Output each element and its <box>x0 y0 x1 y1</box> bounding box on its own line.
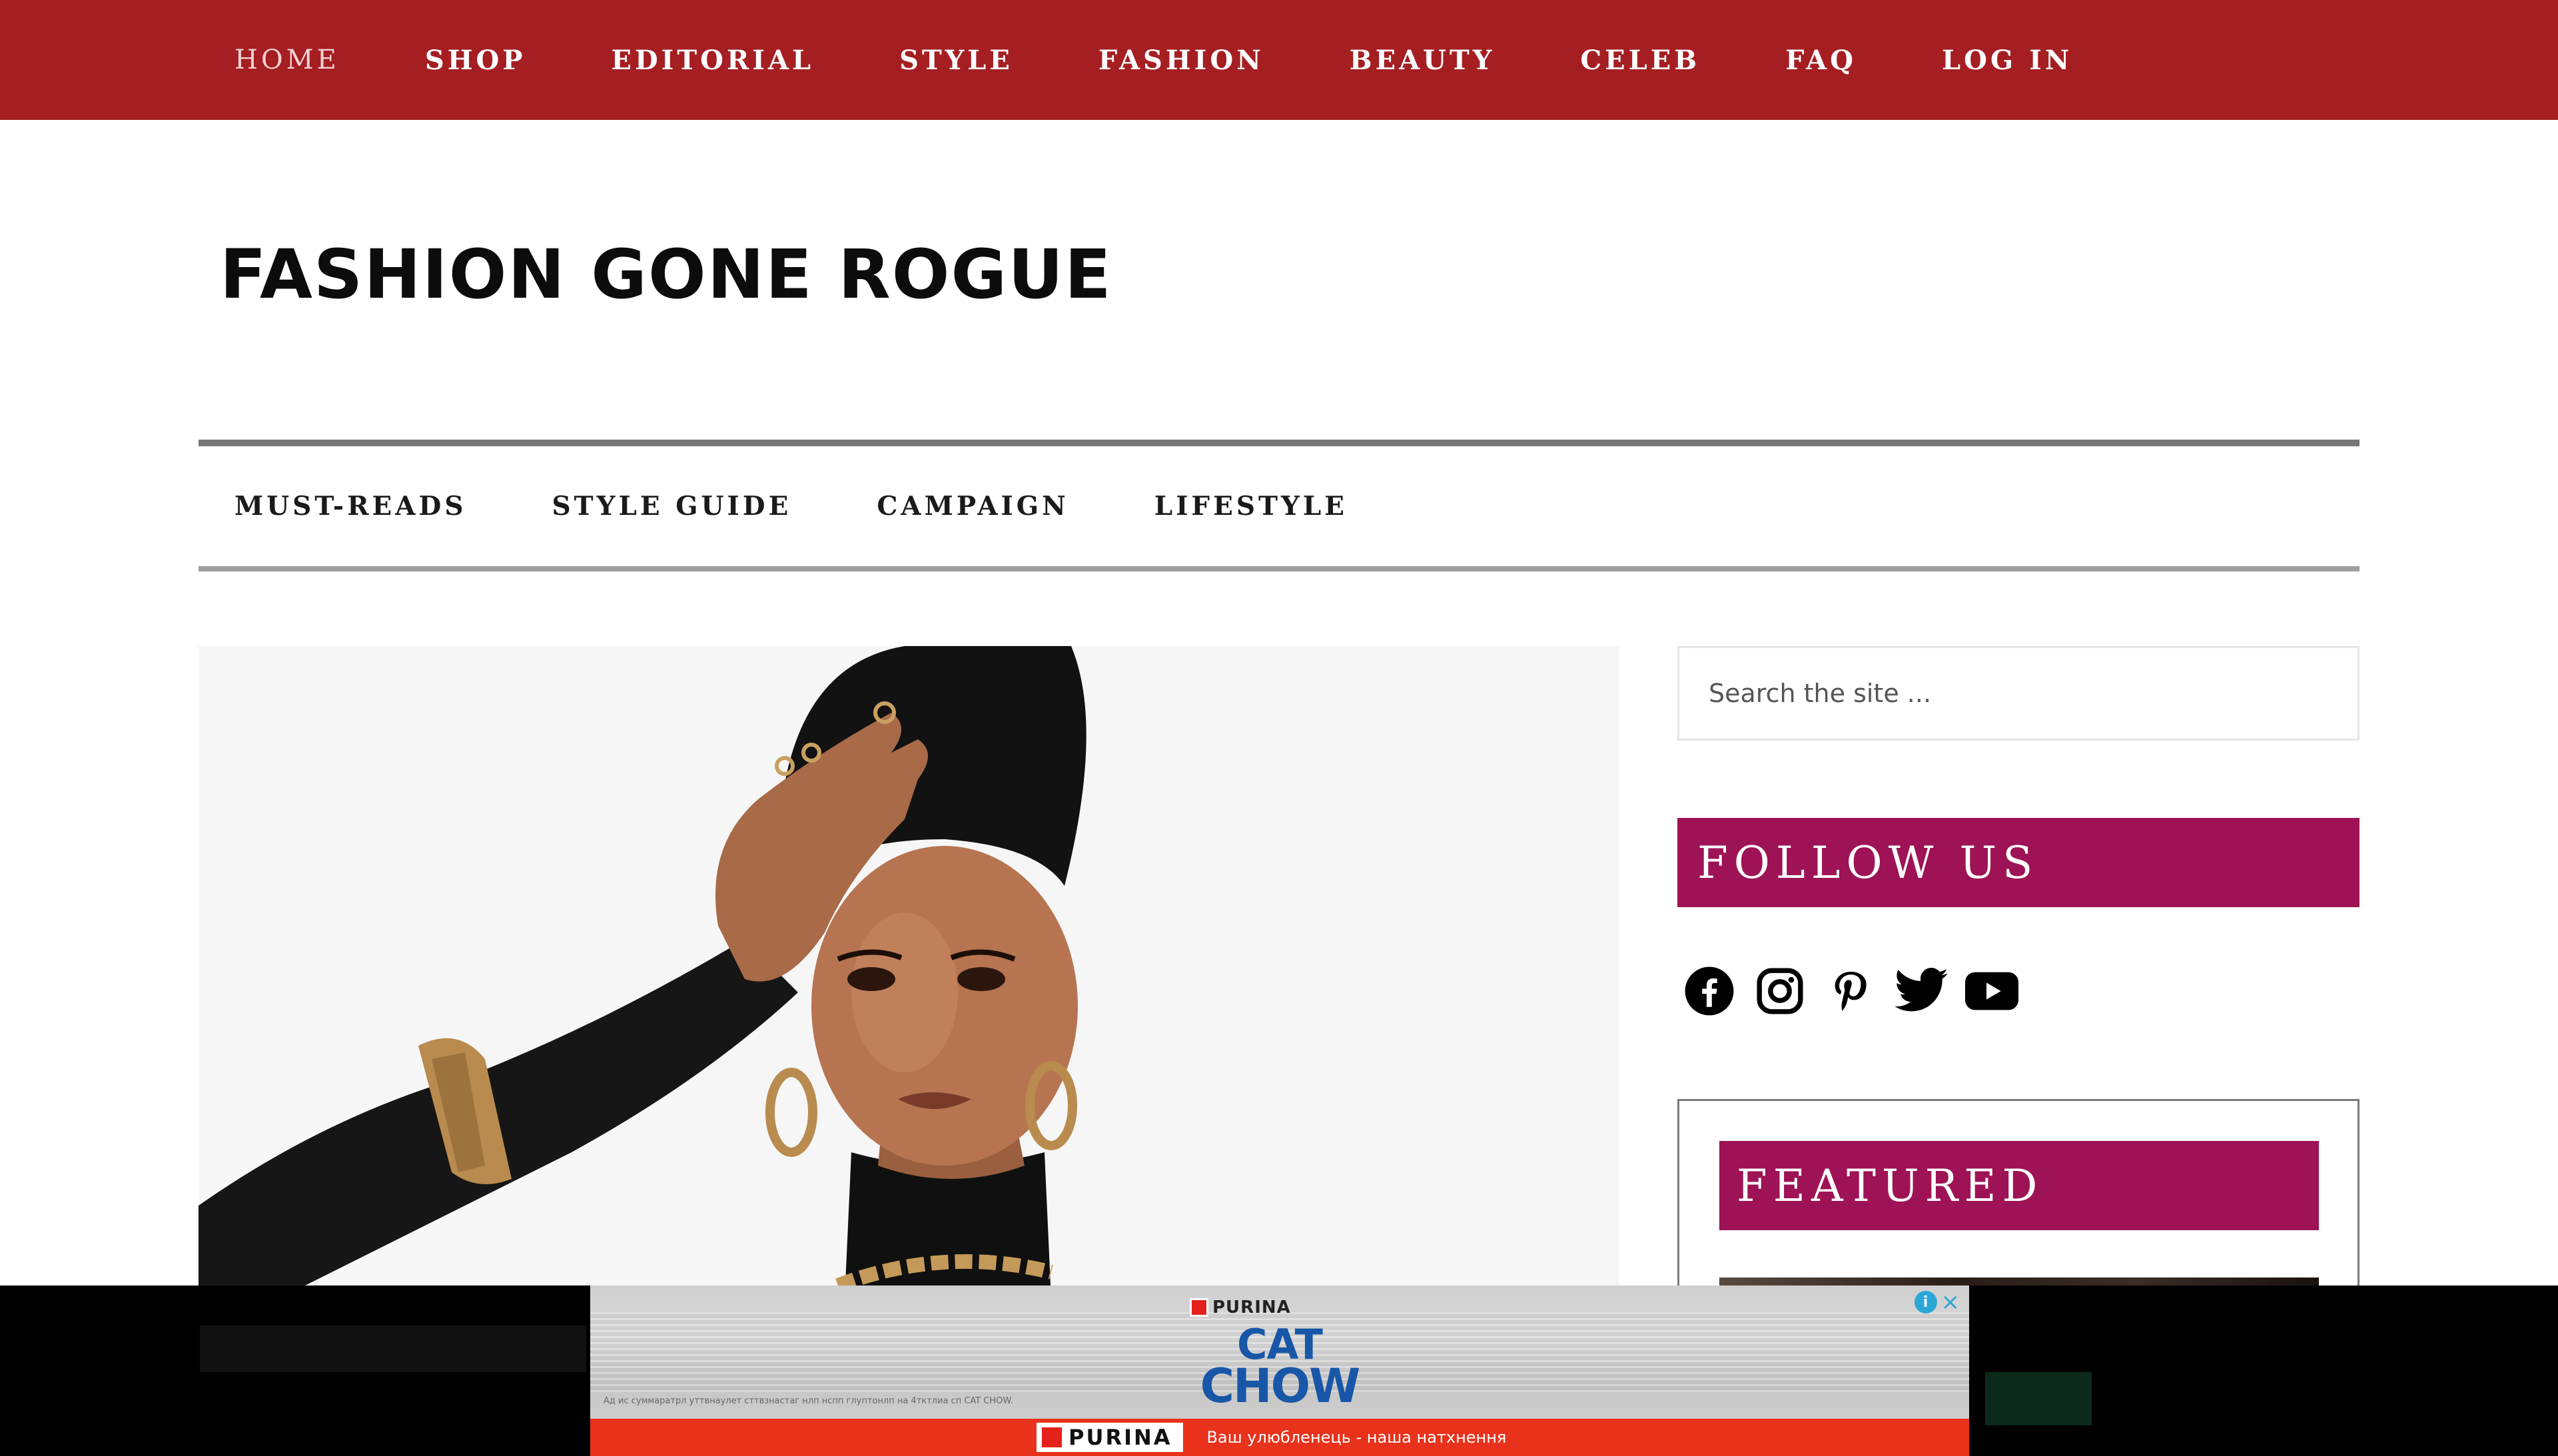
featured-heading: FEATURED <box>1719 1141 2319 1230</box>
purina-mark-icon <box>1042 1427 1062 1447</box>
adchoices-icon[interactable]: i <box>1914 1291 1937 1313</box>
secondary-nav: MUST-READS STYLE GUIDE CAMPAIGN LIFESTYL… <box>234 446 1433 566</box>
subnav-divider-top <box>199 440 2359 446</box>
ad-brand-top-label: PURINA <box>1212 1297 1291 1317</box>
ad-tagline: Ваш улюбленець - наша натхнення <box>1206 1428 1507 1447</box>
facebook-icon[interactable] <box>1683 964 1736 1018</box>
top-nav-shop[interactable]: SHOP <box>425 45 526 76</box>
subnav-style-guide[interactable]: STYLE GUIDE <box>552 491 791 522</box>
ad-fine-print: Ад ис суммаратрл уттвнаулет сттвзнастаг … <box>604 1396 1013 1406</box>
top-nav-beauty[interactable]: BEAUTY <box>1350 45 1495 76</box>
top-nav-bar: HOME SHOP EDITORIAL STYLE FASHION BEAUTY… <box>0 0 2558 120</box>
top-nav-home[interactable]: HOME <box>234 45 340 75</box>
top-nav-login[interactable]: LOG IN <box>1942 45 2072 76</box>
ad-brand-top: PURINA <box>1190 1297 1291 1317</box>
featured-title: FEATURED <box>1737 1160 2044 1212</box>
ad-footer-bar: PURINA Ваш улюбленець - наша натхнення <box>590 1419 1969 1456</box>
top-nav: HOME SHOP EDITORIAL STYLE FASHION BEAUTY… <box>234 0 2158 120</box>
top-nav-style[interactable]: STYLE <box>899 45 1013 76</box>
twitter-icon[interactable] <box>1895 964 1948 1018</box>
close-ad-icon[interactable]: × <box>1941 1291 1960 1313</box>
purina-logo-icon <box>1190 1298 1208 1317</box>
pinterest-icon[interactable] <box>1824 964 1877 1018</box>
subnav-lifestyle[interactable]: LIFESTYLE <box>1154 491 1348 522</box>
ad-bar-backdrop-left <box>200 1325 586 1372</box>
site-logo[interactable]: FASHION GONE ROGUE <box>220 241 1112 309</box>
social-links <box>1683 964 2036 1018</box>
ad-brand-bottom: PURINA <box>1037 1423 1183 1452</box>
ad-brand-bottom-label: PURINA <box>1068 1425 1172 1450</box>
subnav-campaign[interactable]: CAMPAIGN <box>877 491 1068 522</box>
subnav-divider-bottom <box>199 566 2359 571</box>
instagram-icon[interactable] <box>1753 964 1807 1018</box>
top-nav-fashion[interactable]: FASHION <box>1098 45 1264 76</box>
top-nav-editorial[interactable]: EDITORIAL <box>611 45 814 76</box>
top-nav-celeb[interactable]: CELEB <box>1580 45 1700 76</box>
youtube-icon[interactable] <box>1965 964 2018 1018</box>
search-input[interactable] <box>1677 646 2359 741</box>
follow-us-heading: FOLLOW US <box>1677 818 2359 907</box>
adchoices[interactable]: i × <box>1914 1291 1960 1313</box>
follow-us-title: FOLLOW US <box>1697 837 2039 889</box>
top-nav-faq[interactable]: FAQ <box>1785 45 1857 76</box>
advertisement-banner[interactable]: PURINA CAT CHOW Ад ис суммаратрл уттвнау… <box>590 1285 1969 1456</box>
ad-bar-backdrop-right <box>1985 1372 2092 1425</box>
subnav-must-reads[interactable]: MUST-READS <box>234 491 466 522</box>
